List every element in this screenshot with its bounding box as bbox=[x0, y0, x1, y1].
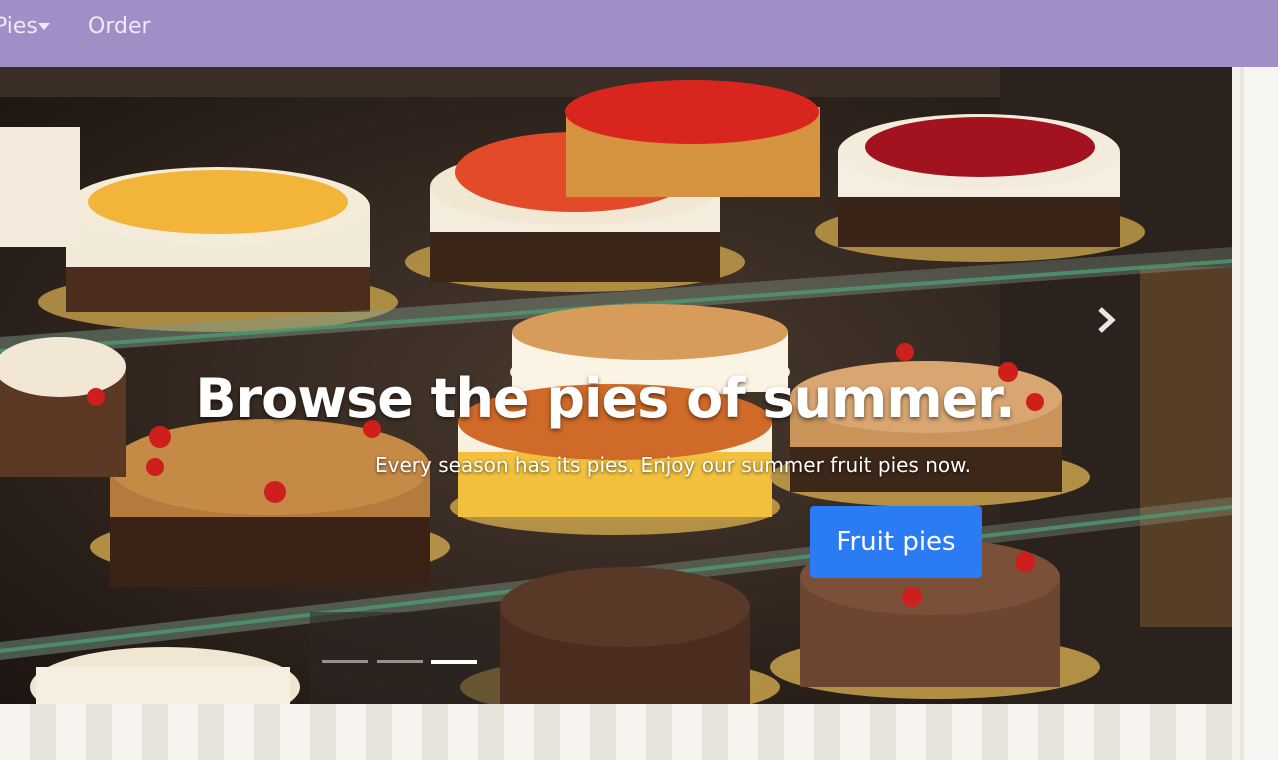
carousel-title: Browse the pies of summer. bbox=[195, 367, 1015, 430]
carousel-caption: Every season has its pies. Enjoy our sum… bbox=[375, 453, 971, 477]
carousel-indicators bbox=[322, 660, 482, 666]
hero-carousel: Browse the pies of summer. Every season … bbox=[0, 67, 1232, 704]
fruit-pies-button[interactable]: Fruit pies bbox=[810, 506, 982, 578]
nav-pies-label: Pies bbox=[0, 14, 38, 39]
carousel-indicator-2[interactable] bbox=[377, 660, 423, 663]
nav-order-link[interactable]: Order bbox=[88, 12, 151, 42]
page-edge-strip bbox=[1232, 67, 1278, 760]
nav-order-label: Order bbox=[88, 14, 151, 39]
caret-down-icon bbox=[38, 23, 50, 30]
chevron-right-icon[interactable] bbox=[1092, 305, 1122, 335]
top-navbar: Pies Order bbox=[0, 0, 1278, 67]
carousel-indicator-1[interactable] bbox=[322, 660, 368, 663]
carousel-indicator-3[interactable] bbox=[431, 660, 477, 664]
nav-pies-dropdown[interactable]: Pies bbox=[0, 12, 50, 42]
